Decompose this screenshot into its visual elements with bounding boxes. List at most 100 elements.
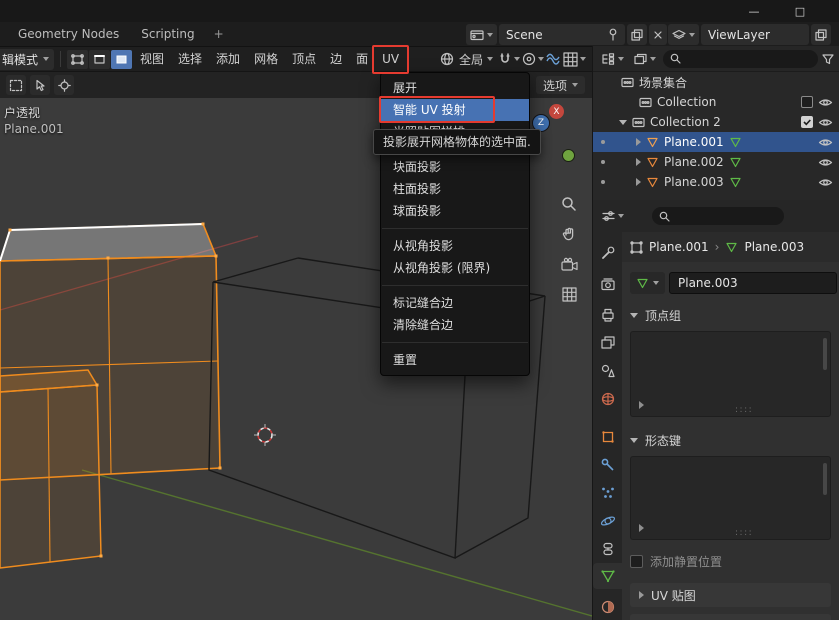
tab-material[interactable] xyxy=(593,594,623,620)
viewlayer-icon-button[interactable] xyxy=(668,24,699,45)
eye-icon[interactable] xyxy=(818,137,833,148)
new-viewlayer-button[interactable] xyxy=(811,24,831,45)
color-attributes-panel-header[interactable]: 颜色属性 xyxy=(630,614,831,620)
exclude-checkbox[interactable] xyxy=(801,96,813,108)
expand-arrow-icon[interactable] xyxy=(636,178,641,186)
pan-button[interactable] xyxy=(559,224,579,244)
menu-item-cylinder-projection[interactable]: 柱面投影 xyxy=(381,178,529,200)
list-resize-grip[interactable]: :::: xyxy=(735,528,753,538)
menu-add[interactable]: 添加 xyxy=(210,47,246,72)
menu-item-clear-seam[interactable]: 清除缝合边 xyxy=(381,314,529,336)
tab-view-layer[interactable] xyxy=(593,330,623,356)
proportional-edit-icon[interactable] xyxy=(522,52,536,66)
edge-select-mode-button[interactable] xyxy=(89,50,110,69)
add-workspace-button[interactable]: + xyxy=(207,24,231,44)
vertex-groups-list[interactable]: :::: xyxy=(630,331,831,417)
menu-item-sphere-projection[interactable]: 球面投影 xyxy=(381,200,529,222)
viewlayer-name-field[interactable]: ViewLayer xyxy=(701,24,809,45)
menu-vertex[interactable]: 顶点 xyxy=(286,47,322,72)
menu-view[interactable]: 视图 xyxy=(134,47,170,72)
filter-funnel-icon[interactable] xyxy=(822,53,834,65)
shape-keys-list[interactable]: :::: xyxy=(630,456,831,540)
list-resize-grip[interactable]: :::: xyxy=(735,405,753,415)
menu-mesh[interactable]: 网格 xyxy=(248,47,284,72)
menu-uv[interactable]: UV xyxy=(376,47,405,72)
tab-modifiers[interactable] xyxy=(593,452,623,478)
ortho-toggle-button[interactable] xyxy=(559,284,579,304)
select-box-tool-button[interactable] xyxy=(6,75,26,95)
tab-scene[interactable] xyxy=(593,358,623,384)
tab-object-data[interactable] xyxy=(593,563,623,589)
eye-icon[interactable] xyxy=(818,117,833,128)
tab-physics[interactable] xyxy=(593,508,623,534)
menu-face[interactable]: 面 xyxy=(350,47,374,72)
outliner-search-input[interactable] xyxy=(663,50,818,68)
eye-icon[interactable] xyxy=(818,177,833,188)
pin-icon[interactable] xyxy=(608,28,618,41)
breadcrumb-data[interactable]: Plane.003 xyxy=(744,240,804,254)
menu-item-reset[interactable]: 重置 xyxy=(381,349,529,371)
exclude-checkbox-checked[interactable] xyxy=(801,116,813,128)
tab-object[interactable] xyxy=(593,424,623,450)
menu-item-project-from-view-bounds[interactable]: 从视角投影 (限界) xyxy=(381,257,529,279)
tab-world[interactable] xyxy=(593,386,623,412)
eye-icon[interactable] xyxy=(818,97,833,108)
properties-editor-type-button[interactable] xyxy=(599,209,627,223)
uv-maps-panel-header[interactable]: UV 贴图 xyxy=(630,583,831,607)
shape-keys-header[interactable]: 形态键 xyxy=(630,432,831,449)
scene-name-field[interactable]: Scene xyxy=(499,24,625,45)
collapse-arrow-icon[interactable] xyxy=(619,120,627,125)
menu-item-project-from-view[interactable]: 从视角投影 xyxy=(381,235,529,257)
orientation-dropdown[interactable]: 全局 xyxy=(456,51,496,68)
gizmo-axis-y[interactable] xyxy=(562,149,575,162)
vertex-select-mode-button[interactable] xyxy=(67,50,88,69)
menu-select[interactable]: 选择 xyxy=(172,47,208,72)
outliner-row-plane-002[interactable]: Plane.002 xyxy=(593,152,839,172)
cursor-tool-button[interactable] xyxy=(54,75,74,95)
menu-item-mark-seam[interactable]: 标记缝合边 xyxy=(381,292,529,314)
workspace-tab-geometry-nodes[interactable]: Geometry Nodes xyxy=(8,24,129,44)
list-scrollbar[interactable] xyxy=(823,463,827,495)
browse-scene-button[interactable] xyxy=(466,24,497,45)
outliner-row-collection[interactable]: Collection xyxy=(593,92,839,112)
menu-item-smart-uv-project[interactable]: 智能 UV 投射 xyxy=(381,99,529,121)
breadcrumb-object[interactable]: Plane.001 xyxy=(649,240,709,254)
tab-output[interactable] xyxy=(593,302,623,328)
tab-tool[interactable] xyxy=(593,240,623,266)
editor-type-button[interactable] xyxy=(598,52,627,66)
mesh-data-dropdown-button[interactable] xyxy=(630,272,665,294)
overlays-dropdown[interactable] xyxy=(580,57,586,61)
outliner-row-plane-003[interactable]: Plane.003 xyxy=(593,172,839,192)
expand-arrow-icon[interactable] xyxy=(636,158,641,166)
properties-search-input[interactable] xyxy=(652,207,784,225)
maximize-button[interactable]: □ xyxy=(779,0,821,22)
tab-render[interactable] xyxy=(593,272,623,298)
rest-position-checkbox[interactable] xyxy=(630,555,643,568)
tweak-tool-button[interactable] xyxy=(30,75,50,95)
expand-arrow-icon[interactable] xyxy=(636,138,641,146)
list-tools-expand[interactable] xyxy=(639,401,644,409)
viewport-overlay-icon[interactable] xyxy=(546,53,561,65)
mode-selector[interactable]: 辑模式 xyxy=(0,49,54,70)
new-scene-button[interactable] xyxy=(627,24,647,45)
options-dropdown[interactable]: 选项 xyxy=(536,76,585,94)
menu-item-cube-projection[interactable]: 块面投影 xyxy=(381,156,529,178)
overlays-grid-icon[interactable] xyxy=(563,52,578,67)
outliner-row-plane-001[interactable]: Plane.001 xyxy=(593,132,839,152)
minimize-button[interactable]: — xyxy=(733,0,775,22)
face-select-mode-button[interactable] xyxy=(111,50,132,69)
outliner-row-collection-2[interactable]: Collection 2 xyxy=(593,112,839,132)
zoom-button[interactable] xyxy=(559,194,579,214)
display-mode-button[interactable] xyxy=(631,52,659,66)
data-name-input[interactable] xyxy=(669,272,837,294)
falloff-dropdown[interactable] xyxy=(538,57,544,61)
outliner-row-scene-collection[interactable]: 场景集合 xyxy=(593,72,839,92)
tab-particles[interactable] xyxy=(593,480,623,506)
delete-scene-button[interactable] xyxy=(649,24,667,45)
menu-edge[interactable]: 边 xyxy=(324,47,348,72)
tab-constraints[interactable] xyxy=(593,536,623,562)
snap-magnet-icon[interactable] xyxy=(498,52,512,66)
list-tools-expand[interactable] xyxy=(639,524,644,532)
vertex-groups-header[interactable]: 顶点组 xyxy=(630,307,831,324)
gizmo-axis-x[interactable]: X xyxy=(549,104,564,119)
